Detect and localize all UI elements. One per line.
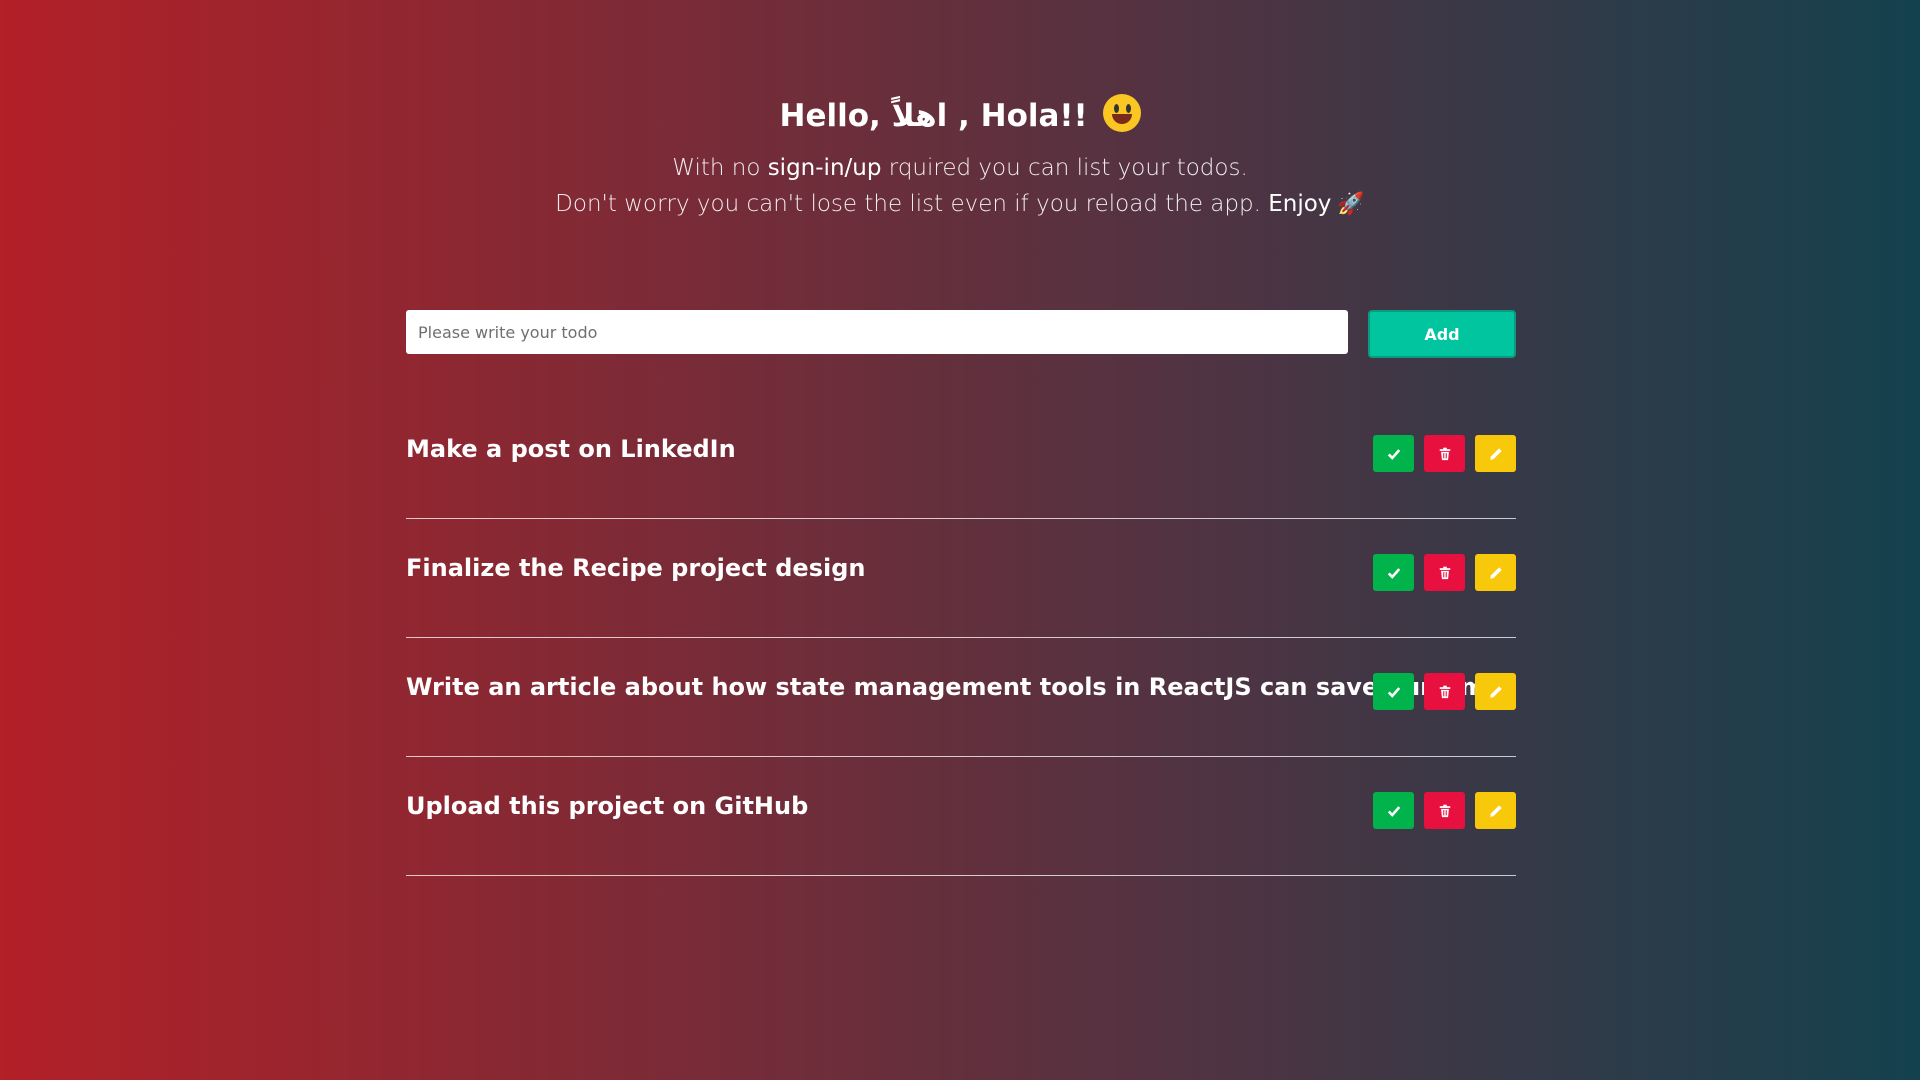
todo-item: Upload this project on GitHub bbox=[406, 757, 1516, 876]
page-title: Hello, اهلاً , Hola!! bbox=[0, 94, 1920, 138]
intro-text: With no sign-in/up rquired you can list … bbox=[0, 150, 1920, 223]
delete-button[interactable] bbox=[1424, 554, 1465, 591]
pencil-icon bbox=[1489, 566, 1502, 579]
todo-list: Make a post on LinkedIn Finalize the Rec… bbox=[406, 400, 1516, 876]
edit-button[interactable] bbox=[1475, 792, 1516, 829]
done-button[interactable] bbox=[1373, 792, 1414, 829]
intro-line1-c: rquired you can list your todos. bbox=[881, 155, 1248, 181]
trash-icon bbox=[1439, 685, 1450, 698]
pencil-icon bbox=[1489, 804, 1502, 817]
smiley-face-icon bbox=[1102, 94, 1141, 132]
delete-button[interactable] bbox=[1424, 435, 1465, 472]
greeting-prefix: Hello, bbox=[779, 98, 892, 134]
trash-icon bbox=[1439, 804, 1450, 817]
todo-text: Write an article about how state managem… bbox=[406, 673, 1502, 701]
greeting-arabic: اهلاً bbox=[891, 98, 948, 134]
todo-item: Finalize the Recipe project design bbox=[406, 519, 1516, 638]
check-icon bbox=[1387, 448, 1400, 460]
add-button[interactable]: Add bbox=[1368, 310, 1516, 358]
check-icon bbox=[1387, 805, 1400, 817]
todo-text: Make a post on LinkedIn bbox=[406, 435, 736, 463]
check-icon bbox=[1387, 567, 1400, 579]
rocket-icon: 🚀 bbox=[1337, 192, 1365, 217]
done-button[interactable] bbox=[1373, 554, 1414, 591]
edit-button[interactable] bbox=[1475, 435, 1516, 472]
todo-actions bbox=[1373, 792, 1516, 829]
intro-line1-b: sign-in/up bbox=[767, 155, 882, 181]
trash-icon bbox=[1439, 566, 1450, 579]
pencil-icon bbox=[1489, 685, 1502, 698]
intro-line2-b: Enjoy bbox=[1268, 191, 1332, 217]
todo-item: Write an article about how state managem… bbox=[406, 638, 1516, 757]
edit-button[interactable] bbox=[1475, 554, 1516, 591]
todo-actions bbox=[1373, 554, 1516, 591]
pencil-icon bbox=[1489, 447, 1502, 460]
intro-line1-a: With no bbox=[672, 155, 768, 181]
trash-icon bbox=[1439, 447, 1450, 460]
edit-button[interactable] bbox=[1475, 673, 1516, 710]
header: Hello, اهلاً , Hola!! With no sign-in/up… bbox=[0, 94, 1920, 223]
todo-form: Add bbox=[406, 310, 1516, 358]
todo-text: Upload this project on GitHub bbox=[406, 792, 809, 820]
delete-button[interactable] bbox=[1424, 673, 1465, 710]
todo-text: Finalize the Recipe project design bbox=[406, 554, 866, 582]
todo-input[interactable] bbox=[406, 310, 1348, 354]
todo-actions bbox=[1373, 435, 1516, 472]
done-button[interactable] bbox=[1373, 673, 1414, 710]
delete-button[interactable] bbox=[1424, 792, 1465, 829]
todo-item: Make a post on LinkedIn bbox=[406, 400, 1516, 519]
todo-actions bbox=[1373, 673, 1516, 710]
check-icon bbox=[1387, 686, 1400, 698]
intro-line2-a: Don't worry you can't lose the list even… bbox=[555, 191, 1269, 217]
greeting-suffix: , Hola!! bbox=[947, 98, 1088, 134]
done-button[interactable] bbox=[1373, 435, 1414, 472]
